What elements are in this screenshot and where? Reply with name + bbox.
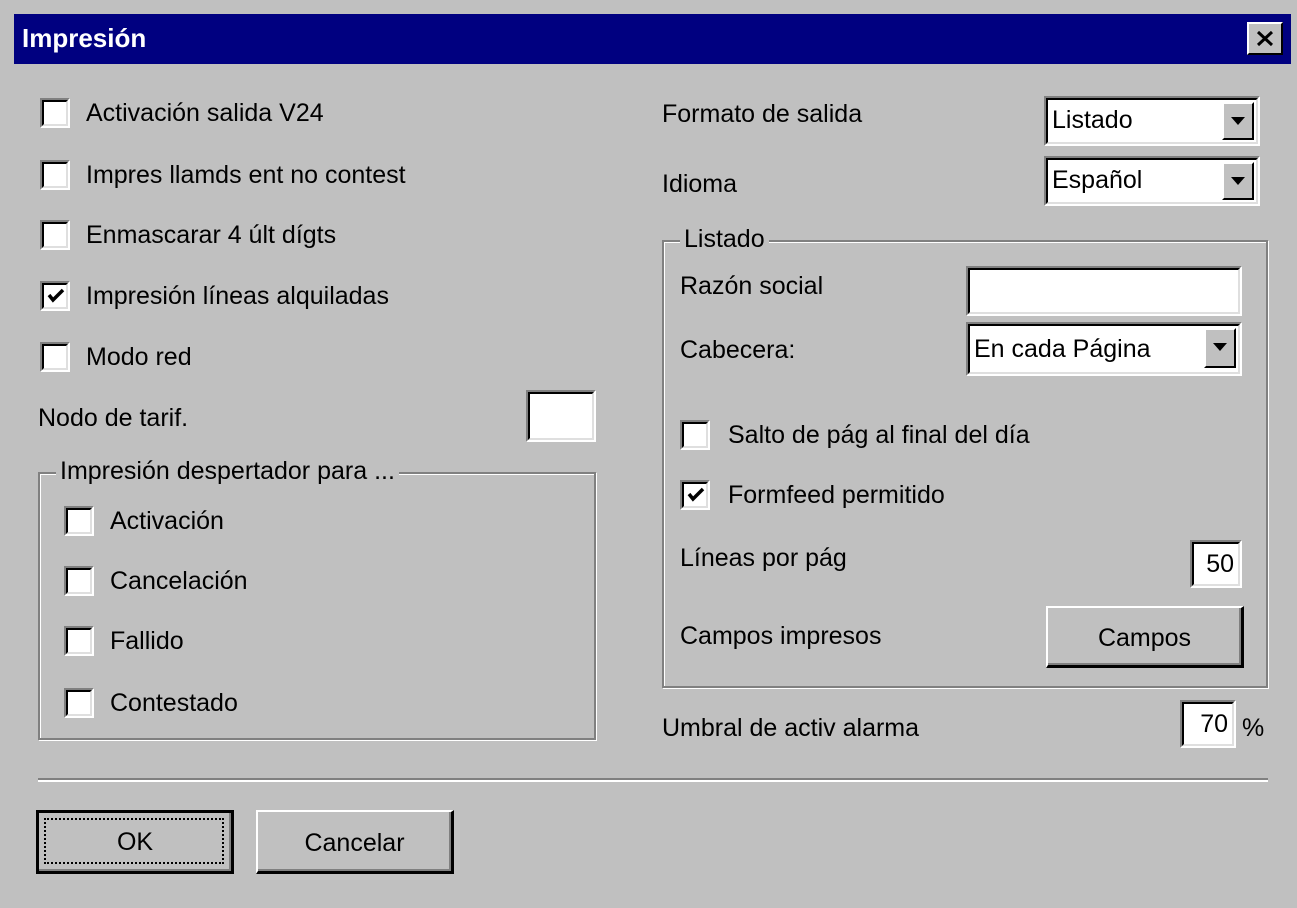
checkbox-modo-red[interactable] <box>40 342 70 372</box>
divider <box>38 778 1268 782</box>
check-icon <box>687 487 705 502</box>
cabecera-select[interactable]: En cada Página <box>966 322 1242 376</box>
lineas-input[interactable]: 50 <box>1190 540 1242 588</box>
checkbox-formfeed[interactable] <box>680 480 710 510</box>
checkbox-fallido[interactable] <box>64 626 94 656</box>
formato-label: Formato de salida <box>662 100 863 128</box>
checkbox-label: Salto de pág al final del día <box>728 421 1030 449</box>
checkbox-label: Cancelación <box>110 567 248 595</box>
chevron-down-icon <box>1231 117 1245 125</box>
idioma-dropdown-button[interactable] <box>1222 162 1254 200</box>
nodo-input[interactable] <box>526 390 596 442</box>
umbral-label: Umbral de activ alarma <box>662 714 920 742</box>
ok-button-label: OK <box>116 828 154 856</box>
cabecera-label: Cabecera: <box>680 336 796 364</box>
listado-group-legend: Listado <box>680 225 769 254</box>
umbral-input[interactable]: 70 <box>1180 700 1236 748</box>
campos-button[interactable]: Campos <box>1046 606 1244 668</box>
checkbox-label: Impresión líneas alquiladas <box>86 282 389 310</box>
checkbox-activacion[interactable] <box>64 506 94 536</box>
close-button[interactable] <box>1247 22 1283 55</box>
formato-dropdown-button[interactable] <box>1222 102 1254 140</box>
cancel-button[interactable]: Cancelar <box>256 810 454 874</box>
cabecera-value: En cada Página <box>974 335 1151 363</box>
ok-button[interactable]: OK <box>36 810 234 874</box>
umbral-value: 70 <box>1200 710 1228 738</box>
razon-label: Razón social <box>680 272 824 300</box>
checkbox-impres-llamds[interactable] <box>40 160 70 190</box>
alarm-group-legend: Impresión despertador para ... <box>56 457 399 486</box>
check-icon <box>47 288 65 303</box>
checkbox-label: Activación salida V24 <box>86 99 324 127</box>
checkbox-activacion-salida-v24[interactable] <box>40 98 70 128</box>
checkbox-label: Formfeed permitido <box>728 481 945 509</box>
campos-label: Campos impresos <box>680 622 882 650</box>
formato-select[interactable]: Listado <box>1044 96 1260 146</box>
close-icon <box>1256 30 1274 47</box>
checkbox-enmascarar[interactable] <box>40 220 70 250</box>
checkbox-cancelacion[interactable] <box>64 566 94 596</box>
percent-unit: % <box>1242 714 1265 742</box>
checkbox-label: Contestado <box>110 689 238 717</box>
chevron-down-icon <box>1231 177 1245 185</box>
idioma-label: Idioma <box>662 170 738 198</box>
campos-button-label: Campos <box>1097 624 1192 652</box>
checkbox-label: Impres llamds ent no contest <box>86 161 406 189</box>
checkbox-contestado[interactable] <box>64 688 94 718</box>
checkbox-label: Fallido <box>110 627 184 655</box>
nodo-label: Nodo de tarif. <box>38 404 189 432</box>
title-bar: Impresión <box>14 14 1291 64</box>
formato-value: Listado <box>1052 106 1133 134</box>
checkbox-impresion-lineas-alquiladas[interactable] <box>40 281 70 311</box>
checkbox-salto-de-pag[interactable] <box>680 420 710 450</box>
window-title: Impresión <box>22 23 147 53</box>
cabecera-dropdown-button[interactable] <box>1204 328 1236 368</box>
checkbox-label: Modo red <box>86 343 192 371</box>
checkbox-label: Enmascarar 4 últ dígts <box>86 221 337 249</box>
lineas-value: 50 <box>1206 550 1234 578</box>
lineas-label: Líneas por pág <box>680 544 847 572</box>
checkbox-label: Activación <box>110 507 224 535</box>
razon-social-input[interactable] <box>966 266 1242 316</box>
chevron-down-icon <box>1213 343 1227 351</box>
cancel-button-label: Cancelar <box>304 829 405 857</box>
idioma-select[interactable]: Español <box>1044 156 1260 206</box>
idioma-value: Español <box>1052 166 1143 194</box>
